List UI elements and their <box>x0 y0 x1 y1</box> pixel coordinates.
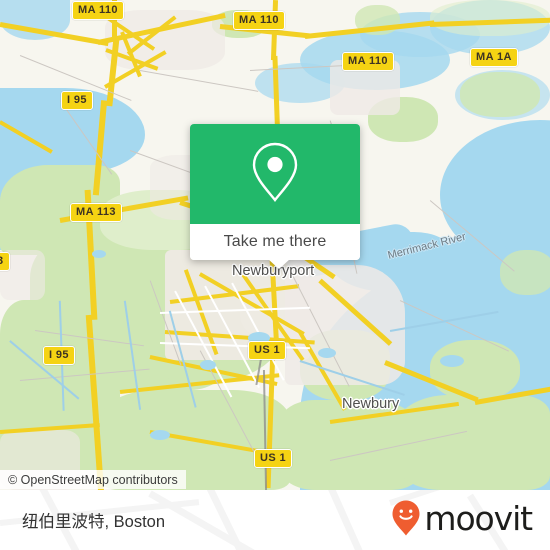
route-shield[interactable]: US 1 <box>248 341 287 360</box>
route-shield[interactable]: US 1 <box>254 449 293 468</box>
footer-watermark-line <box>206 490 271 550</box>
card-body: Take me there <box>190 124 360 260</box>
moovit-smiley-pin-icon <box>391 499 421 542</box>
card-action-area[interactable]: Take me there <box>190 224 360 260</box>
route-shield[interactable]: I 95 <box>43 346 75 365</box>
route-shield[interactable]: MA 113 <box>70 203 122 222</box>
map-canvas[interactable]: MA 110 MA 110 MA 110 MA 1A I 95 MA 113 3… <box>0 0 550 490</box>
route-shield[interactable]: 3 <box>0 252 10 271</box>
place-label-newbury: Newbury <box>342 396 400 412</box>
page-title: 纽伯里波特, Boston <box>22 490 165 550</box>
map-pin-icon <box>248 139 302 210</box>
attribution-text: © OpenStreetMap contributors <box>8 472 178 487</box>
take-me-there-label: Take me there <box>223 233 327 250</box>
moovit-wordmark: moovit <box>424 499 533 538</box>
screenshot-root: MA 110 MA 110 MA 110 MA 1A I 95 MA 113 3… <box>0 0 550 550</box>
moovit-logo[interactable]: moovit <box>391 490 533 550</box>
route-shield[interactable]: I 95 <box>61 91 93 110</box>
map-attribution[interactable]: © OpenStreetMap contributors <box>0 470 186 489</box>
page-title-text: 纽伯里波特, Boston <box>22 513 166 531</box>
route-shield[interactable]: MA 110 <box>72 1 124 20</box>
footer-bar: 纽伯里波特, Boston moovit <box>0 490 550 550</box>
card-icon-area <box>190 124 360 224</box>
route-shield[interactable]: MA 110 <box>342 52 394 71</box>
route-shield[interactable]: MA 1A <box>470 48 518 67</box>
footer-watermark-line <box>326 490 383 550</box>
take-me-there-card[interactable]: Take me there <box>190 124 360 269</box>
card-pointer-tail <box>268 259 290 269</box>
route-shield[interactable]: MA 110 <box>233 11 285 30</box>
